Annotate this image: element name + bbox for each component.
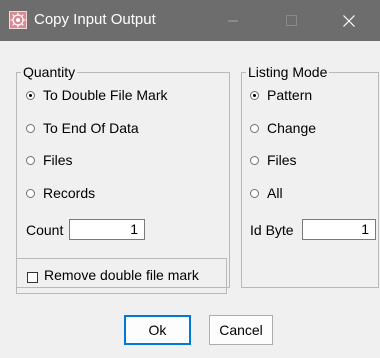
close-icon (343, 15, 355, 27)
dialog-body: Quantity To Double File Mark To End Of D… (0, 41, 380, 358)
window-title: Copy Input Output (34, 11, 156, 28)
remove-double-file-mark-panel[interactable]: Remove double file mark (16, 258, 227, 294)
radio-button-checked[interactable] (250, 91, 259, 100)
title-bar[interactable]: Copy Input Output (0, 0, 380, 41)
maximize-icon (286, 15, 297, 26)
app-icon (9, 11, 27, 29)
remove-double-file-mark-checkbox[interactable] (27, 272, 38, 283)
id-byte-label: Id Byte (250, 222, 294, 238)
radio-button[interactable] (26, 124, 35, 133)
radio-button[interactable] (26, 189, 35, 198)
close-button[interactable] (326, 0, 372, 41)
radio-button[interactable] (250, 124, 259, 133)
radio-label: All (267, 185, 283, 201)
radio-label: Files (43, 152, 73, 168)
radio-label: To Double File Mark (43, 87, 168, 103)
radio-label: Pattern (267, 87, 313, 103)
radio-label: Files (267, 152, 297, 168)
radio-button[interactable] (250, 189, 259, 198)
count-label: Count (26, 222, 64, 238)
radio-label: Records (43, 185, 96, 201)
minimize-icon (228, 20, 238, 22)
listing-mode-legend: Listing Mode (248, 64, 328, 80)
ok-button[interactable]: Ok (124, 315, 191, 345)
radio-button-checked[interactable] (26, 91, 35, 100)
minimize-button[interactable] (210, 0, 256, 41)
maximize-button[interactable] (268, 0, 314, 41)
count-input[interactable]: 1 (69, 219, 145, 240)
radio-label: To End Of Data (43, 120, 139, 136)
quantity-legend: Quantity (23, 64, 76, 80)
cancel-button[interactable]: Cancel (209, 315, 273, 345)
remove-double-file-mark-label: Remove double file mark (44, 267, 199, 283)
radio-button[interactable] (250, 156, 259, 165)
radio-label: Change (267, 120, 317, 136)
id-byte-input[interactable]: 1 (302, 219, 376, 240)
radio-button[interactable] (26, 156, 35, 165)
